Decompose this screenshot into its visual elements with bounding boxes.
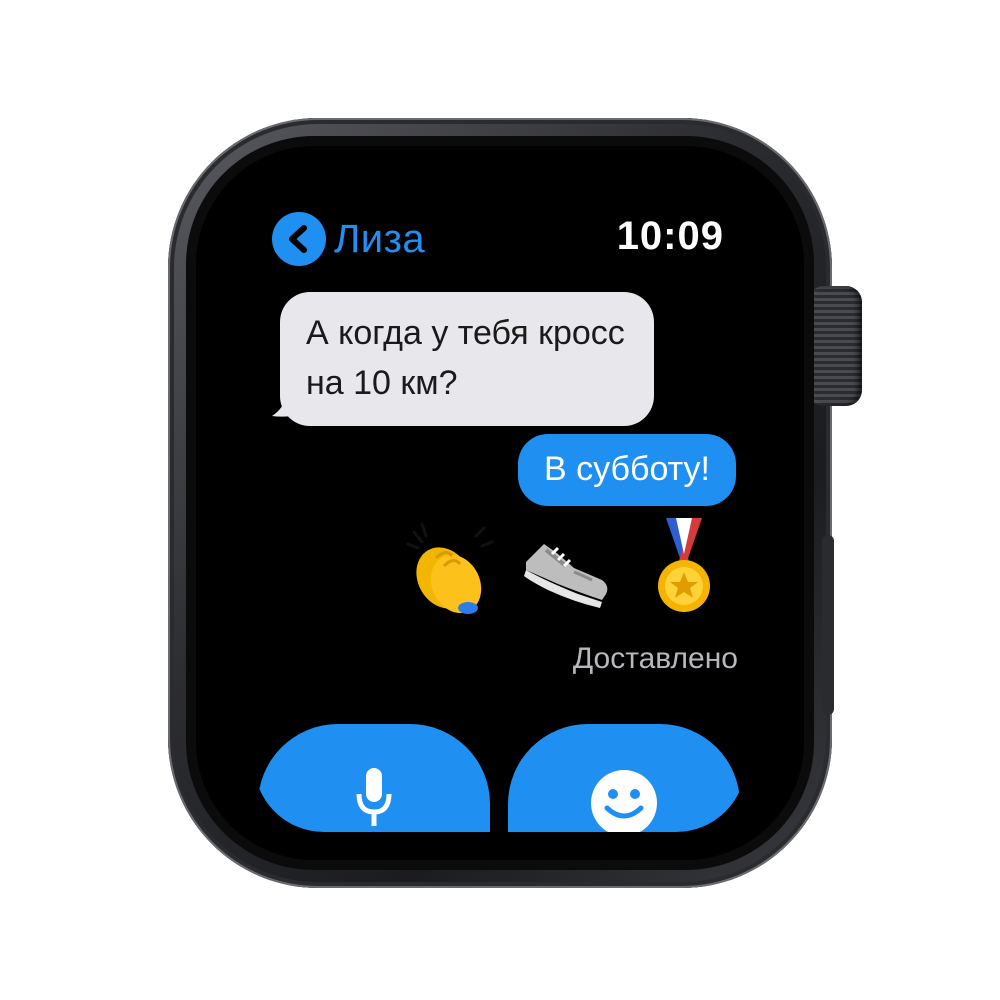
bubble-tail xyxy=(272,396,302,417)
outgoing-message-text: В субботу! xyxy=(543,450,710,488)
microphone-icon xyxy=(356,768,392,826)
chevron-left-icon xyxy=(272,212,326,266)
emoji-button[interactable] xyxy=(508,724,740,832)
digital-crown[interactable] xyxy=(808,286,862,406)
smiley-icon xyxy=(591,770,657,832)
medal-icon xyxy=(658,518,710,612)
delivery-status: Доставлено xyxy=(572,642,738,675)
clapping-hands-icon xyxy=(406,522,494,614)
emoji-message xyxy=(400,514,732,618)
dictation-button[interactable] xyxy=(258,724,490,832)
clock-time: 10:09 xyxy=(616,214,724,258)
back-button[interactable]: Лиза xyxy=(272,212,425,266)
side-button[interactable] xyxy=(822,535,834,715)
messages-display: Лиза 10:09 А когда у тебя кросс на 10 км… xyxy=(254,174,746,832)
outgoing-message-bubble: В субботу! xyxy=(517,434,736,506)
contact-name: Лиза xyxy=(334,216,426,261)
watch-screen: Лиза 10:09 А когда у тебя кросс на 10 км… xyxy=(196,146,804,860)
incoming-message-text: А когда у тебя кросс на 10 км? xyxy=(306,314,625,402)
incoming-message-bubble: А когда у тебя кросс на 10 км? xyxy=(280,292,654,426)
sneaker-icon xyxy=(524,544,608,608)
